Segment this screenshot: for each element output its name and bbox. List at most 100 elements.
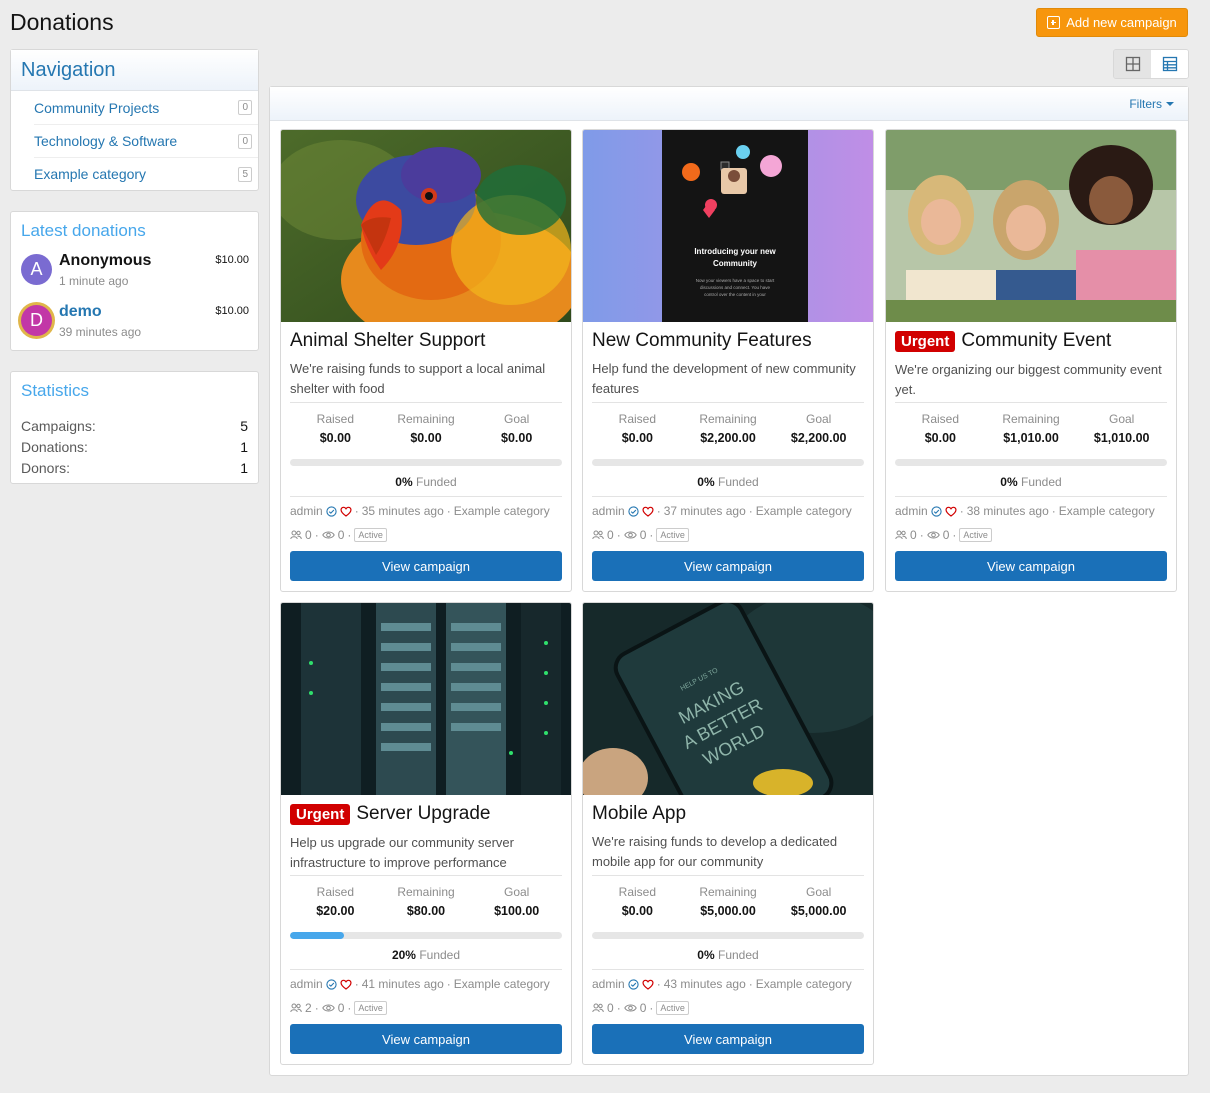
view-toggle xyxy=(1113,49,1189,79)
views-count: 0 xyxy=(337,1001,345,1015)
funded-label: Funded xyxy=(717,948,759,962)
verified-icon xyxy=(326,505,337,517)
view-campaign-button[interactable]: View campaign xyxy=(592,551,864,581)
author-link[interactable]: admin xyxy=(592,504,625,518)
view-campaign-button[interactable]: View campaign xyxy=(895,551,1167,581)
views-count: 0 xyxy=(337,528,345,542)
stat-label: Donors: xyxy=(21,459,71,476)
campaign-image[interactable] xyxy=(281,603,571,795)
donors-count: 0 xyxy=(305,528,312,542)
nav-item-count: 5 xyxy=(238,166,252,182)
campaign-time: 43 minutes ago xyxy=(663,977,746,991)
campaign-category[interactable]: Example category xyxy=(756,977,852,991)
campaign-category[interactable]: Example category xyxy=(454,977,550,991)
meta-separator: · xyxy=(952,528,957,542)
campaign-category[interactable]: Example category xyxy=(756,504,852,518)
campaign-title-row: New Community Features xyxy=(592,330,812,352)
meta-separator: · xyxy=(959,504,964,518)
filters-dropdown[interactable]: Filters xyxy=(1129,97,1174,111)
nav-item-technology-software[interactable]: Technology & Software 0 xyxy=(34,124,258,157)
donor-name[interactable]: demo xyxy=(59,303,102,321)
nav-item-example-category[interactable]: Example category 5 xyxy=(34,157,258,190)
goal-value: $2,200.00 xyxy=(790,431,847,445)
donors-icon xyxy=(592,530,604,540)
raised-label: Raised xyxy=(618,412,657,426)
nav-item-label: Example category xyxy=(34,166,147,182)
campaign-title[interactable]: Mobile App xyxy=(592,803,686,825)
goal-value: $1,010.00 xyxy=(1093,431,1150,445)
campaign-stats: Raised $20.00 Remaining $80.00 Goal $100.00 xyxy=(290,885,562,918)
author-link[interactable]: admin xyxy=(895,504,928,518)
progress-fill xyxy=(290,932,345,939)
view-campaign-button[interactable]: View campaign xyxy=(592,1024,864,1054)
campaign-description: We're raising funds to support a local a… xyxy=(290,361,546,396)
nav-item-label: Community Projects xyxy=(34,99,160,116)
grid-view-button[interactable] xyxy=(1114,50,1151,78)
heart-icon xyxy=(642,506,654,517)
meta-separator: · xyxy=(919,528,924,542)
divider xyxy=(592,969,864,970)
funded-percent: 0% xyxy=(395,475,413,489)
campaign-time: 38 minutes ago xyxy=(966,504,1049,518)
promo-small-2: discussions and connect. You have xyxy=(700,285,771,290)
author-link[interactable]: admin xyxy=(290,504,323,518)
views-count: 0 xyxy=(942,528,950,542)
divider xyxy=(592,875,864,876)
campaign-image[interactable]: HELP US TO MAKING A BETTER WORLD xyxy=(583,603,873,795)
meta-separator: · xyxy=(656,504,661,518)
heart-icon xyxy=(945,506,957,517)
navigation-title: Navigation xyxy=(11,50,258,91)
campaign-card: Animal Shelter Support We're raising fun… xyxy=(280,129,572,592)
progress-bar xyxy=(592,459,864,466)
campaign-meta: admin · 38 minutes ago · Example categor… xyxy=(895,504,1155,518)
campaign-title-row: Animal Shelter Support xyxy=(290,330,485,352)
add-campaign-label: Add new campaign xyxy=(1066,15,1177,30)
campaign-title[interactable]: New Community Features xyxy=(592,330,812,352)
funded-text: 20% Funded xyxy=(281,948,571,962)
nav-item-community-projects[interactable]: Community Projects 0 xyxy=(34,91,258,124)
remaining-value: $0.00 xyxy=(410,431,442,445)
list-view-button[interactable] xyxy=(1151,50,1188,78)
campaign-image[interactable] xyxy=(281,130,571,322)
statistics-title: Statistics xyxy=(21,381,90,400)
verified-icon xyxy=(628,978,639,990)
campaign-title[interactable]: Server Upgrade xyxy=(356,803,490,825)
campaign-category[interactable]: Example category xyxy=(454,504,550,518)
funded-label: Funded xyxy=(1020,475,1062,489)
avatar[interactable]: A xyxy=(21,254,52,285)
status-badge: Active xyxy=(959,528,992,542)
meta-separator: · xyxy=(446,977,451,991)
funded-percent: 0% xyxy=(1000,475,1018,489)
campaign-category[interactable]: Example category xyxy=(1059,504,1155,518)
author-link[interactable]: admin xyxy=(290,977,323,991)
campaign-counters: 0 · 0 · Active xyxy=(592,1001,689,1015)
campaign-card: Urgent Community Event We're organizing … xyxy=(885,129,1177,592)
view-campaign-button[interactable]: View campaign xyxy=(290,551,562,581)
meta-separator: · xyxy=(354,977,359,991)
meta-separator: · xyxy=(649,1001,654,1015)
goal-label: Goal xyxy=(504,412,530,426)
avatar[interactable]: D xyxy=(21,305,52,336)
divider xyxy=(290,402,562,403)
nav-item-count: 0 xyxy=(238,133,252,149)
funded-percent: 20% xyxy=(391,948,416,962)
remaining-label: Remaining xyxy=(699,885,757,899)
campaign-time: 35 minutes ago xyxy=(361,504,444,518)
campaign-title[interactable]: Community Event xyxy=(961,330,1111,352)
meta-separator: · xyxy=(347,528,352,542)
campaign-image[interactable]: Introducing your new Community Now your vi… xyxy=(583,130,873,322)
funded-percent: 0% xyxy=(697,948,715,962)
remaining-value: $80.00 xyxy=(406,904,446,918)
add-campaign-button[interactable]: Add new campaign xyxy=(1036,8,1188,37)
author-link[interactable]: admin xyxy=(592,977,625,991)
campaign-image[interactable] xyxy=(886,130,1176,322)
campaign-title[interactable]: Animal Shelter Support xyxy=(290,330,485,352)
stat-row: Campaigns: 5 xyxy=(11,415,258,436)
remaining-label: Remaining xyxy=(699,412,757,426)
stat-row: Donors: 1 xyxy=(11,457,258,478)
latest-donations-title: Latest donations xyxy=(21,221,146,240)
heart-icon xyxy=(642,979,654,990)
promo-small: Now your viewers have a space to start xyxy=(696,278,775,283)
view-campaign-button[interactable]: View campaign xyxy=(290,1024,562,1054)
donation-time: 39 minutes ago xyxy=(59,325,142,339)
